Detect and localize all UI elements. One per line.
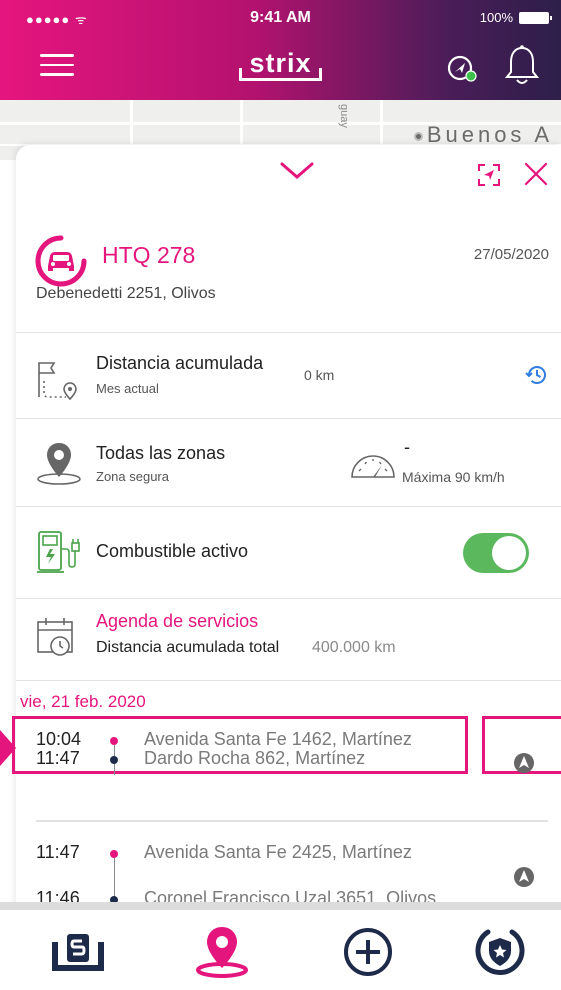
vehicle-plate: HTQ 278 bbox=[102, 242, 196, 268]
brand-text: strix bbox=[239, 48, 322, 81]
speedometer-icon bbox=[349, 449, 397, 486]
strix-home-icon bbox=[52, 934, 104, 971]
battery-icon bbox=[519, 11, 552, 24]
distance-row[interactable]: Distancia acumulada Mes actual 0 km bbox=[16, 332, 561, 418]
tab-security[interactable] bbox=[468, 922, 532, 982]
zones-subtitle: Zona segura bbox=[96, 469, 169, 484]
close-sheet-button[interactable] bbox=[523, 161, 549, 192]
speed-value: - bbox=[404, 437, 410, 457]
trip-start-address: Avenida Santa Fe 2425, Martínez bbox=[144, 842, 412, 862]
bell-icon bbox=[504, 45, 540, 84]
battery-indicator: 100% bbox=[479, 10, 552, 25]
city-marker-icon bbox=[413, 131, 423, 141]
map-street-label: guay bbox=[338, 104, 350, 128]
tab-add[interactable] bbox=[336, 922, 400, 982]
trip-end-address: Dardo Rocha 862, Martínez bbox=[144, 748, 366, 768]
zones-title: Todas las zonas bbox=[96, 443, 226, 463]
trip-start-time: 11:47 bbox=[36, 842, 80, 862]
distance-subtitle: Mes actual bbox=[96, 381, 159, 396]
collapse-sheet-button[interactable] bbox=[278, 159, 316, 188]
compass-icon bbox=[447, 55, 477, 82]
calendar-icon bbox=[36, 617, 78, 664]
speed-max: Máxima 90 km/h bbox=[402, 469, 505, 485]
distance-value: 0 km bbox=[304, 367, 335, 383]
trip-end-time: 11:47 bbox=[36, 748, 80, 768]
bottom-navigation bbox=[0, 910, 561, 990]
vehicle-address: Debenedetti 2251, Olivos bbox=[36, 285, 216, 302]
zones-row[interactable]: Todas las zonas Zona segura - Máxima 90 … bbox=[16, 418, 561, 506]
history-icon bbox=[525, 366, 546, 384]
vehicle-date: 27/05/2020 bbox=[473, 246, 549, 263]
trip-start-dot bbox=[110, 850, 118, 858]
agenda-label: Distancia acumulada total bbox=[96, 639, 280, 656]
battery-percent: 100% bbox=[479, 10, 513, 25]
agenda-row[interactable]: Agenda de servicios Distancia acumulada … bbox=[16, 598, 561, 680]
distance-title: Distancia acumulada bbox=[96, 353, 264, 373]
trip-item-end: 11:47 Dardo Rocha 862, Martínez bbox=[0, 740, 561, 790]
navigation-status-button[interactable] bbox=[442, 50, 482, 91]
trip-navigate-button[interactable] bbox=[513, 752, 535, 779]
status-bar: ●●●●● ᯤ 9:41 AM 100% bbox=[0, 0, 561, 34]
status-time: 9:41 AM bbox=[250, 9, 311, 26]
trip-end-dot bbox=[110, 756, 118, 764]
fuel-station-icon bbox=[36, 529, 82, 582]
route-flag-icon bbox=[36, 359, 82, 406]
chevron-down-icon bbox=[280, 162, 314, 179]
history-button[interactable] bbox=[525, 363, 549, 392]
trips-date: vie, 21 feb. 2020 bbox=[20, 692, 146, 711]
close-icon bbox=[524, 162, 548, 186]
trip-divider bbox=[36, 820, 548, 822]
vehicle-summary[interactable]: HTQ 278 27/05/2020 Debenedetti 2251, Oli… bbox=[16, 230, 561, 330]
app-header: ●●●●● ᯤ 9:41 AM 100% strix bbox=[0, 0, 561, 100]
navigation-arrow-icon bbox=[514, 867, 534, 887]
fuel-title: Combustible activo bbox=[96, 541, 249, 561]
notifications-button[interactable] bbox=[502, 44, 542, 93]
tab-home[interactable] bbox=[46, 922, 110, 982]
trip-navigate-button[interactable] bbox=[513, 866, 535, 893]
vehicle-detail-sheet: HTQ 278 27/05/2020 Debenedetti 2251, Oli… bbox=[16, 145, 561, 910]
focus-location-icon bbox=[478, 164, 500, 186]
fuel-row: Combustible activo bbox=[16, 506, 561, 598]
expand-map-button[interactable] bbox=[477, 163, 501, 192]
fuel-toggle[interactable] bbox=[463, 533, 529, 573]
location-pin-icon bbox=[196, 927, 248, 978]
add-circle-icon bbox=[344, 928, 392, 976]
tab-map[interactable] bbox=[190, 922, 254, 982]
navigation-arrow-icon bbox=[514, 753, 534, 773]
toggle-knob bbox=[492, 536, 526, 570]
agenda-value: 400.000 km bbox=[312, 639, 396, 656]
agenda-title: Agenda de servicios bbox=[96, 611, 259, 631]
zone-pin-icon bbox=[36, 439, 82, 492]
sheet-toolbar bbox=[16, 145, 561, 205]
divider bbox=[16, 680, 561, 681]
shield-icon bbox=[475, 929, 525, 975]
